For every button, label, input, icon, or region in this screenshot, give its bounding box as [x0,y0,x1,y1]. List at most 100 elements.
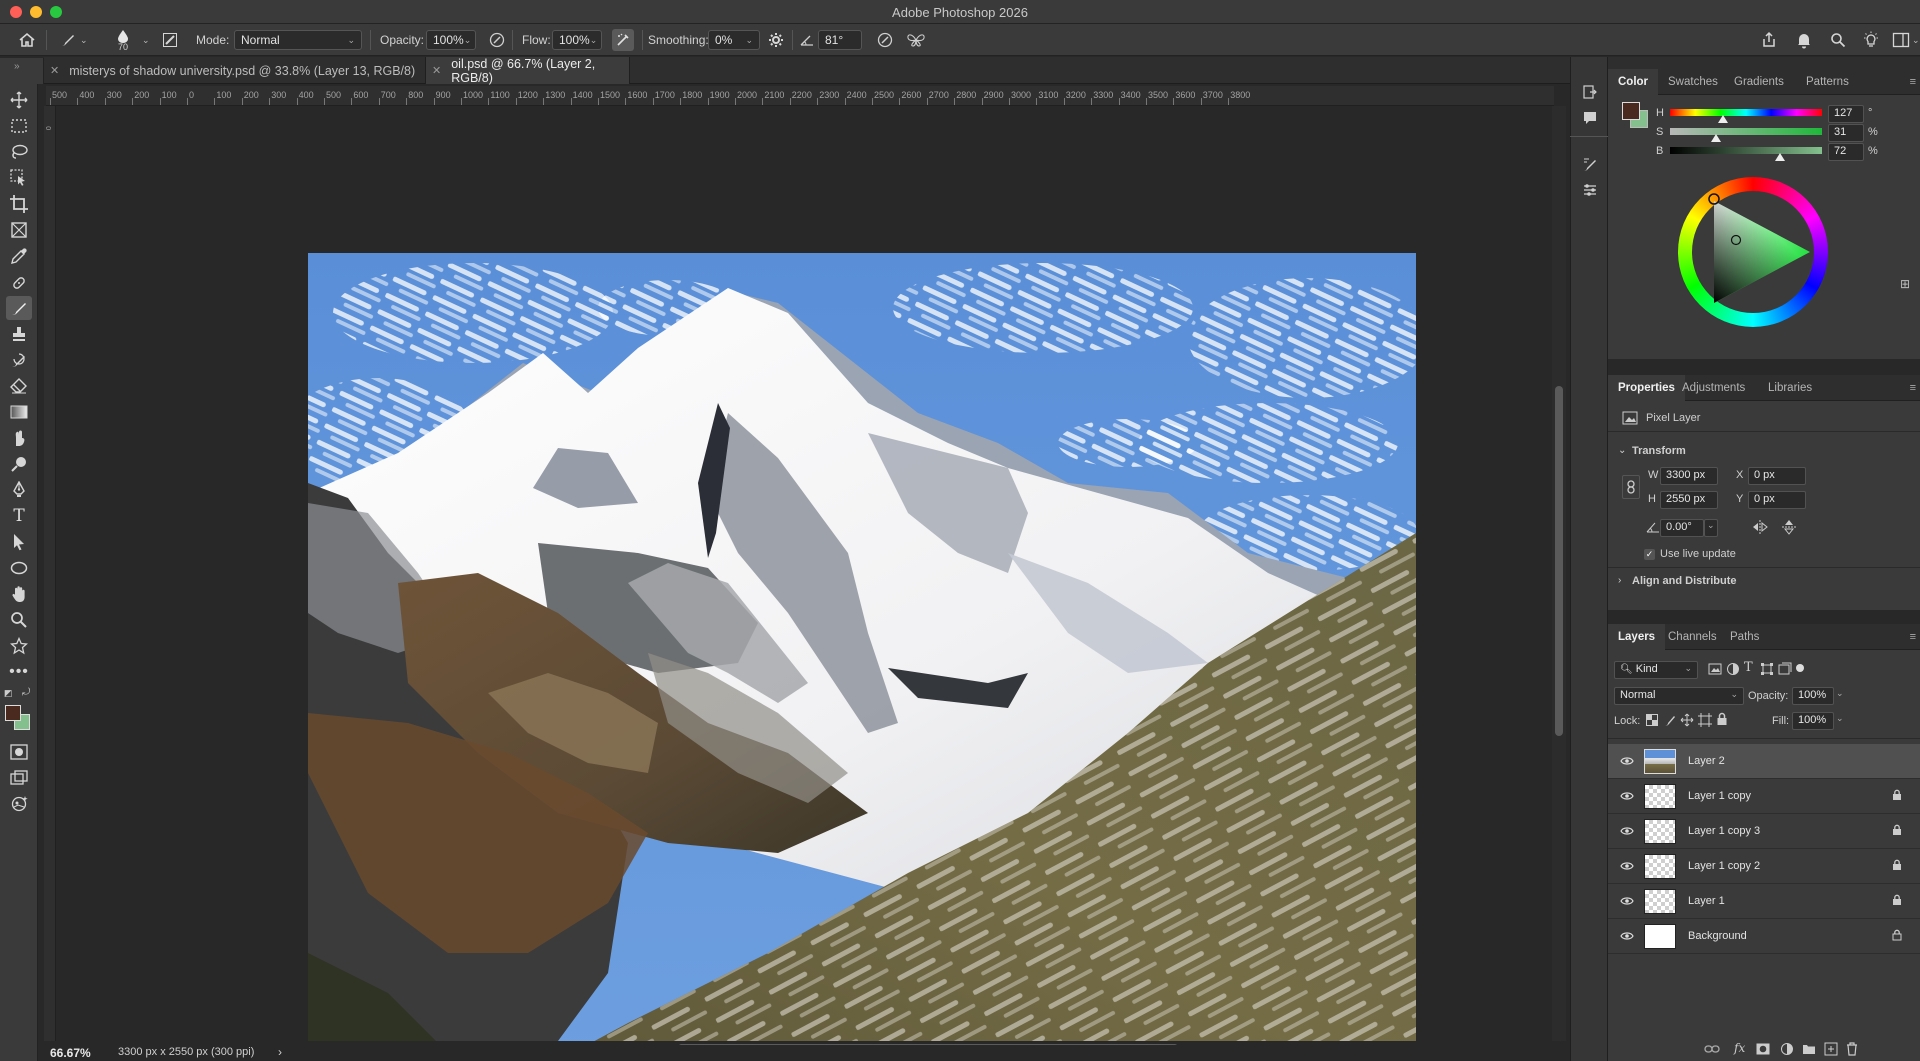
flip-horizontal-icon[interactable] [1752,520,1768,537]
gradient-tool-icon[interactable] [6,400,32,424]
visibility-eye-icon[interactable] [1620,755,1634,769]
search-icon[interactable] [1830,24,1846,56]
tab-adjustments[interactable]: Adjustments [1672,375,1755,401]
layer-filter-kind-select[interactable]: 🔍︎ Kind ⌄ [1614,661,1698,679]
vertical-scroll-thumb[interactable] [1555,386,1563,736]
brush-tool-icon[interactable] [6,296,32,320]
brush-settings-panel-icon[interactable] [162,24,178,56]
filter-smart-object-icon[interactable] [1778,662,1792,679]
lasso-tool-icon[interactable] [6,140,32,164]
airbrush-icon[interactable] [612,24,634,56]
adjustment-sliders-icon[interactable] [1579,179,1601,201]
brightness-field[interactable]: 72 [1828,143,1864,161]
tab-libraries[interactable]: Libraries [1758,375,1822,401]
pressure-opacity-icon[interactable] [488,24,506,56]
height-field[interactable]: 2550 px [1660,491,1718,509]
crop-tool-icon[interactable] [6,192,32,216]
align-distribute-title[interactable]: Align and Distribute [1632,575,1737,587]
brush-size-chevron-icon[interactable]: ⌄ [142,24,150,56]
tab-layers[interactable]: Layers [1608,624,1666,650]
filter-shape-icon[interactable] [1760,662,1774,679]
width-field[interactable]: 3300 px [1660,467,1718,485]
filter-pixel-icon[interactable] [1708,663,1722,678]
quick-mask-icon[interactable] [6,740,32,764]
tab-paths[interactable]: Paths [1720,624,1769,650]
tab-swatches[interactable]: Swatches [1658,69,1728,95]
visibility-eye-icon[interactable] [1620,790,1634,804]
flip-vertical-icon[interactable] [1782,519,1796,538]
layer-name[interactable]: Layer 1 copy 3 [1688,825,1760,837]
lock-all-icon[interactable] [1716,712,1728,729]
layer-row-layer-1-copy-2[interactable]: Layer 1 copy 2 [1608,849,1920,884]
opacity-field[interactable]: 100% ⌄ [426,30,476,50]
status-menu-arrow[interactable]: › [278,1045,282,1059]
share-icon[interactable] [1760,24,1778,56]
pressure-size-icon[interactable] [876,24,894,56]
panel-menu-icon[interactable]: ≡ [1910,382,1916,394]
layer-row-background[interactable]: Background [1608,919,1920,954]
fill-field[interactable]: 100% [1792,712,1834,730]
tab-gradients[interactable]: Gradients [1724,69,1794,95]
more-tools-icon[interactable]: ••• [6,660,32,684]
lock-position-icon[interactable] [1680,713,1694,730]
layer-name[interactable]: Layer 1 copy [1688,790,1751,802]
delete-layer-trash-icon[interactable] [1846,1042,1858,1059]
visibility-eye-icon[interactable] [1620,895,1634,909]
zoom-level[interactable]: 66.67% [50,1046,91,1060]
dodge-tool-icon[interactable] [6,452,32,476]
layer-row-layer-1-copy[interactable]: Layer 1 copy [1608,779,1920,814]
brightness-slider[interactable] [1670,147,1822,154]
add-mask-icon[interactable] [1756,1043,1770,1058]
layer-name[interactable]: Layer 1 copy 2 [1688,860,1760,872]
foreground-color-chip[interactable] [1622,102,1640,120]
visibility-eye-icon[interactable] [1620,930,1634,944]
pen-tool-icon[interactable] [6,478,32,502]
visibility-eye-icon[interactable] [1620,860,1634,874]
filter-adjustment-icon[interactable] [1726,662,1740,679]
tab-color[interactable]: Color [1608,69,1659,95]
transform-section-title[interactable]: Transform [1632,445,1686,457]
comments-panel-icon[interactable] [1579,107,1601,129]
visibility-eye-icon[interactable] [1620,825,1634,839]
brush-tool-preset-icon[interactable]: ⌄ [60,24,88,56]
brush-size-picker[interactable]: 70 [116,24,130,56]
smoothing-settings-gear-icon[interactable] [768,24,784,56]
foreground-color-swatch[interactable] [5,705,21,721]
rectangle-marquee-tool-icon[interactable] [6,114,32,138]
opacity-dropdown-icon[interactable]: ⌄ [1836,688,1844,699]
layer-name[interactable]: Background [1688,930,1747,942]
type-tool-icon[interactable]: T [6,504,32,528]
home-icon[interactable] [18,24,36,56]
smudge-tool-icon[interactable] [6,426,32,450]
notifications-bell-icon[interactable] [1796,24,1812,56]
clone-stamp-tool-icon[interactable] [6,322,32,346]
new-layer-icon[interactable] [1824,1042,1838,1059]
vertical-scrollbar[interactable] [1552,106,1566,1041]
filter-type-icon[interactable]: T [1744,660,1753,675]
smoothing-field[interactable]: 0% ⌄ [708,30,760,50]
saturation-brightness-triangle[interactable] [1678,177,1828,327]
panel-menu-icon[interactable]: ≡ [1910,76,1916,88]
expand-toolbar-icon[interactable]: » [14,61,20,72]
path-selection-tool-icon[interactable] [6,530,32,554]
object-selection-tool-icon[interactable] [6,166,32,190]
lock-transparent-pixels-icon[interactable] [1646,714,1658,729]
symmetry-butterfly-icon[interactable] [906,24,926,56]
star-favorite-tool-icon[interactable] [6,634,32,658]
hue-field[interactable]: 127 [1828,105,1864,123]
saturation-field[interactable]: 31 [1828,124,1864,142]
layer-name[interactable]: Layer 2 [1688,755,1725,767]
fill-dropdown-icon[interactable]: ⌄ [1836,713,1844,724]
default-colors-icon[interactable]: ◩ [4,688,13,699]
layer-row-layer-1[interactable]: Layer 1 [1608,884,1920,919]
hue-slider[interactable] [1670,109,1822,116]
layer-style-fx-icon[interactable]: fx [1734,1041,1745,1055]
tab-channels[interactable]: Channels [1658,624,1727,650]
document-canvas[interactable] [308,253,1416,1061]
filter-toggle-icon[interactable] [1796,664,1804,672]
live-update-checkbox[interactable]: ✓ [1644,549,1655,560]
brightness-slider-handle[interactable] [1775,153,1785,161]
canvas-workspace[interactable] [56,106,1554,1061]
saturation-slider[interactable] [1670,128,1822,135]
spot-healing-brush-tool-icon[interactable] [6,270,32,294]
